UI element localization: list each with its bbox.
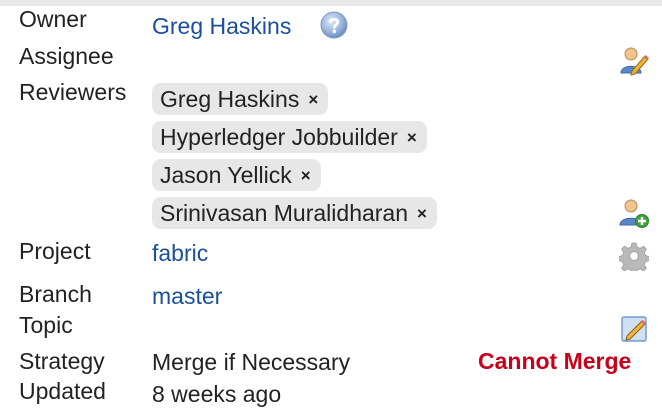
top-divider	[0, 0, 662, 6]
reviewer-chip: Hyperledger Jobbuilder ×	[152, 121, 427, 153]
branch-label: Branch	[19, 281, 92, 307]
remove-reviewer-button[interactable]: ×	[407, 129, 417, 146]
remove-reviewer-button[interactable]: ×	[301, 167, 311, 184]
merge-status: Cannot Merge	[478, 348, 632, 374]
project-label: Project	[19, 238, 91, 264]
reviewer-name: Jason Yellick	[160, 161, 292, 188]
updated-label: Updated	[19, 378, 106, 404]
owner-label: Owner	[19, 6, 87, 32]
reviewer-chip: Srinivasan Muralidharan ×	[152, 197, 437, 229]
reviewer-name: Srinivasan Muralidharan	[160, 199, 409, 226]
updated-value: 8 weeks ago	[152, 381, 282, 407]
project-link[interactable]: fabric	[152, 239, 208, 267]
question-icon[interactable]	[319, 10, 349, 40]
topic-label: Topic	[19, 312, 73, 338]
strategy-label: Strategy	[19, 348, 105, 374]
branch-link[interactable]: master	[152, 282, 222, 310]
edit-assignee-icon[interactable]	[618, 45, 650, 77]
reviewer-name: Hyperledger Jobbuilder	[160, 123, 398, 150]
owner-link[interactable]: Greg Haskins	[152, 12, 291, 40]
remove-reviewer-button[interactable]: ×	[417, 205, 427, 222]
reviewer-name: Greg Haskins	[160, 85, 300, 112]
add-reviewer-icon[interactable]	[618, 197, 650, 229]
strategy-value: Merge if Necessary	[152, 349, 351, 375]
edit-pencil-icon[interactable]	[620, 313, 650, 343]
remove-reviewer-button[interactable]: ×	[308, 91, 318, 108]
assignee-label: Assignee	[19, 43, 114, 69]
gear-icon[interactable]	[619, 241, 649, 271]
reviewer-chip: Jason Yellick ×	[152, 159, 321, 191]
reviewers-label: Reviewers	[19, 79, 127, 105]
reviewer-chip: Greg Haskins ×	[152, 83, 329, 115]
